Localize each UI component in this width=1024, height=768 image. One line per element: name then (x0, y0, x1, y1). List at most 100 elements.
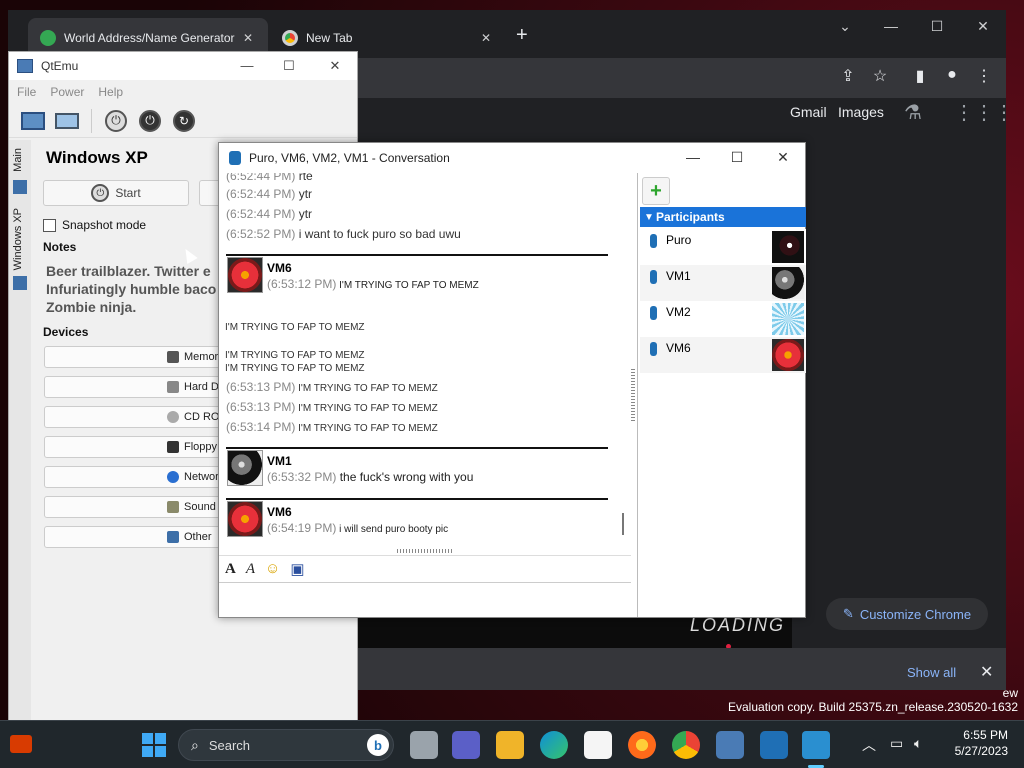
save-icon[interactable]: ▣ (290, 560, 304, 579)
task-view-icon[interactable] (410, 731, 438, 759)
qtemu-icon[interactable] (716, 731, 744, 759)
horizontal-splitter[interactable] (397, 549, 453, 553)
chevron-up-icon[interactable]: ︿ (862, 735, 876, 755)
participants-header[interactable]: ▼ Participants (640, 207, 806, 227)
bing-icon[interactable]: b (367, 734, 389, 756)
start-button[interactable] (142, 733, 166, 757)
chat-line: (6:52:52 PM) i want to fuck puro so bad … (226, 227, 461, 241)
maximize-icon[interactable]: ☐ (727, 149, 747, 166)
message-log[interactable]: (6:52:44 PM) rte (6:52:44 PM) ytr (6:52:… (223, 173, 615, 549)
close-icon[interactable]: ✕ (325, 58, 345, 74)
messenger-icon[interactable] (802, 731, 830, 759)
speaker-icon (167, 501, 179, 513)
widgets-icon[interactable] (10, 735, 32, 753)
checkbox[interactable] (43, 218, 56, 232)
images-link[interactable]: Images (838, 104, 884, 120)
tab-main[interactable]: Main (12, 148, 24, 172)
firefox-icon[interactable] (628, 731, 656, 759)
font-style-icon[interactable]: A (246, 561, 255, 578)
chrome-icon[interactable] (672, 731, 700, 759)
menu-power[interactable]: Power (50, 85, 84, 99)
close-icon[interactable]: ✕ (968, 18, 998, 35)
printer-icon[interactable] (53, 108, 81, 134)
minimize-icon[interactable]: — (876, 18, 906, 34)
start-tile (142, 746, 153, 757)
download-bar-close-icon[interactable]: ✕ (980, 662, 993, 682)
profile-icon[interactable]: ● (940, 66, 964, 84)
participant-name: VM1 (666, 269, 691, 283)
participant-name: VM2 (666, 305, 691, 319)
tab-label: New Tab (306, 31, 353, 45)
minimize-icon[interactable]: — (237, 58, 257, 73)
power-on-icon[interactable]: ⏻ (102, 108, 130, 134)
start-label: Start (115, 186, 141, 200)
person-icon (650, 234, 657, 248)
message-input[interactable] (219, 583, 631, 617)
machine-icon (13, 276, 27, 290)
participant-puro[interactable]: Puro (640, 229, 806, 265)
qtemu-toolbar: ⏻ ⏻ ↻ (9, 104, 357, 138)
bookmark-star-icon[interactable]: ☆ (868, 66, 892, 86)
avatar-vm1 (227, 450, 263, 486)
power-off-icon[interactable]: ⏻ (136, 108, 164, 134)
start-tile (155, 733, 166, 744)
tab-close-icon[interactable]: ✕ (240, 31, 256, 45)
loading-text: LOADING (690, 615, 786, 635)
show-all-link[interactable]: Show all (907, 665, 956, 680)
chat-icon[interactable] (452, 731, 480, 759)
file-explorer-icon[interactable] (496, 731, 524, 759)
side-panel-icon[interactable]: ▮ (908, 66, 932, 86)
close-icon[interactable]: ✕ (773, 149, 793, 166)
app-icon[interactable] (760, 731, 788, 759)
participant-vm6[interactable]: VM6 (640, 337, 806, 373)
participant-vm1[interactable]: VM1 (640, 265, 806, 301)
network-icon[interactable]: ▭ (890, 735, 903, 752)
start-tile (142, 733, 153, 744)
new-machine-icon[interactable] (19, 108, 47, 134)
new-tab-button[interactable]: + (516, 24, 528, 47)
taskbar-search[interactable]: ⌕ Search b (178, 729, 394, 761)
maximize-icon[interactable]: ☐ (279, 58, 299, 74)
tab-windows-xp[interactable]: Windows XP (12, 208, 24, 270)
globe-icon (167, 471, 179, 483)
share-icon[interactable]: ⇪ (836, 66, 860, 86)
add-participant-button[interactable]: + (642, 177, 670, 205)
vertical-splitter[interactable] (631, 369, 635, 421)
clock[interactable]: 6:55 PM 5/27/2023 (946, 727, 1008, 759)
avatar-vm6 (227, 257, 263, 293)
menu-help[interactable]: Help (98, 85, 123, 99)
smiley-icon[interactable]: ☺ (265, 561, 280, 578)
customize-chrome-button[interactable]: ✎ Customize Chrome (826, 598, 988, 630)
labs-flask-icon[interactable]: ⚗ (904, 100, 922, 125)
notes-text[interactable]: Beer trailblazer. Twitter e Infuriatingl… (46, 262, 236, 316)
minimize-icon[interactable]: — (683, 149, 703, 165)
store-icon[interactable] (584, 731, 612, 759)
menu-file[interactable]: File (17, 85, 36, 99)
window-title: Puro, VM6, VM2, VM1 - Conversation (249, 151, 450, 165)
gmail-link[interactable]: Gmail (790, 104, 827, 120)
menubar: File Power Help (9, 80, 357, 104)
maximize-icon[interactable]: ☐ (922, 18, 952, 35)
snapshot-label: Snapshot mode (62, 218, 147, 232)
evaluation-watermark: Evaluation copy. Build 25375.zn_release.… (728, 700, 1018, 714)
start-button[interactable]: ⏻ Start (43, 180, 189, 206)
reset-icon[interactable]: ↻ (170, 108, 198, 134)
menu-kebab-icon[interactable]: ⋮ (972, 66, 996, 86)
participant-vm2[interactable]: VM2 (640, 301, 806, 337)
clock-date: 5/27/2023 (954, 744, 1008, 758)
font-icon[interactable]: A (225, 561, 236, 578)
message-separator (226, 447, 608, 449)
scrollbar-thumb[interactable] (622, 513, 624, 535)
machine-icon (13, 180, 27, 194)
tab-close-icon[interactable]: ✕ (478, 31, 494, 45)
window-title: QtEmu (41, 59, 79, 73)
apps-grid-icon[interactable]: ⋮⋮⋮ (954, 100, 1014, 125)
volume-icon[interactable]: 🔈︎ (914, 735, 922, 752)
snapshot-mode-checkbox[interactable]: Snapshot mode (43, 218, 146, 232)
edge-icon[interactable] (540, 731, 568, 759)
device-label: Networ (184, 471, 219, 483)
tab-search-icon[interactable]: ⌄ (830, 18, 860, 35)
conversation-window: Puro, VM6, VM2, VM1 - Conversation — ☐ ✕… (218, 142, 806, 618)
participants-label: Participants (656, 210, 725, 224)
pencil-icon: ✎ (842, 606, 854, 621)
